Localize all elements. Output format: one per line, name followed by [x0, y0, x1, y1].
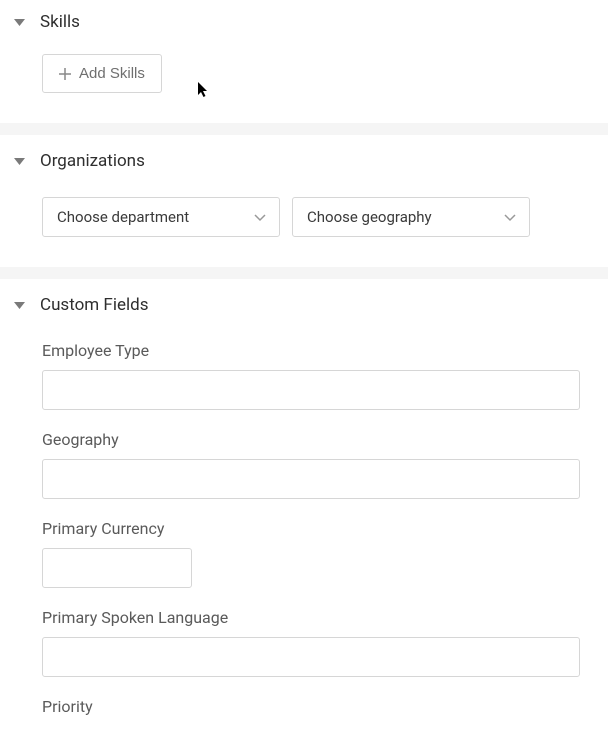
- divider: [0, 267, 608, 279]
- organizations-body: Choose department Choose geography: [0, 197, 608, 237]
- organizations-section: Organizations Choose department Choose g…: [0, 135, 608, 267]
- priority-field: Priority: [42, 697, 580, 716]
- collapse-icon: [12, 19, 26, 26]
- custom-fields-header[interactable]: Custom Fields: [0, 295, 608, 315]
- department-placeholder: Choose department: [57, 208, 189, 226]
- geography-field: Geography: [42, 430, 580, 499]
- department-select[interactable]: Choose department: [42, 197, 280, 237]
- collapse-icon: [12, 158, 26, 165]
- employee-type-field: Employee Type: [42, 341, 580, 410]
- organizations-title: Organizations: [40, 151, 145, 171]
- add-skills-label: Add Skills: [79, 65, 145, 82]
- employee-type-label: Employee Type: [42, 341, 580, 360]
- skills-body: Add Skills: [0, 54, 608, 93]
- custom-fields-section: Custom Fields Employee Type Geography Pr…: [0, 279, 608, 756]
- chevron-down-icon: [503, 210, 517, 224]
- skills-section: Skills Add Skills: [0, 0, 608, 123]
- skills-header[interactable]: Skills: [0, 12, 608, 32]
- plus-icon: [59, 68, 71, 80]
- custom-fields-body: Employee Type Geography Primary Currency…: [0, 341, 608, 716]
- primary-spoken-language-field: Primary Spoken Language: [42, 608, 580, 677]
- primary-spoken-language-input[interactable]: [42, 637, 580, 677]
- geography-input[interactable]: [42, 459, 580, 499]
- geography-placeholder: Choose geography: [307, 208, 432, 226]
- divider: [0, 123, 608, 135]
- custom-fields-title: Custom Fields: [40, 295, 148, 315]
- primary-currency-label: Primary Currency: [42, 519, 580, 538]
- skills-title: Skills: [40, 12, 80, 32]
- primary-currency-field: Primary Currency: [42, 519, 580, 588]
- employee-type-input[interactable]: [42, 370, 580, 410]
- organizations-header[interactable]: Organizations: [0, 151, 608, 171]
- geography-select[interactable]: Choose geography: [292, 197, 530, 237]
- primary-spoken-language-label: Primary Spoken Language: [42, 608, 580, 627]
- priority-label: Priority: [42, 697, 580, 716]
- collapse-icon: [12, 302, 26, 309]
- primary-currency-input[interactable]: [42, 548, 192, 588]
- select-row: Choose department Choose geography: [42, 197, 580, 237]
- chevron-down-icon: [253, 210, 267, 224]
- add-skills-button[interactable]: Add Skills: [42, 54, 162, 93]
- geography-label: Geography: [42, 430, 580, 449]
